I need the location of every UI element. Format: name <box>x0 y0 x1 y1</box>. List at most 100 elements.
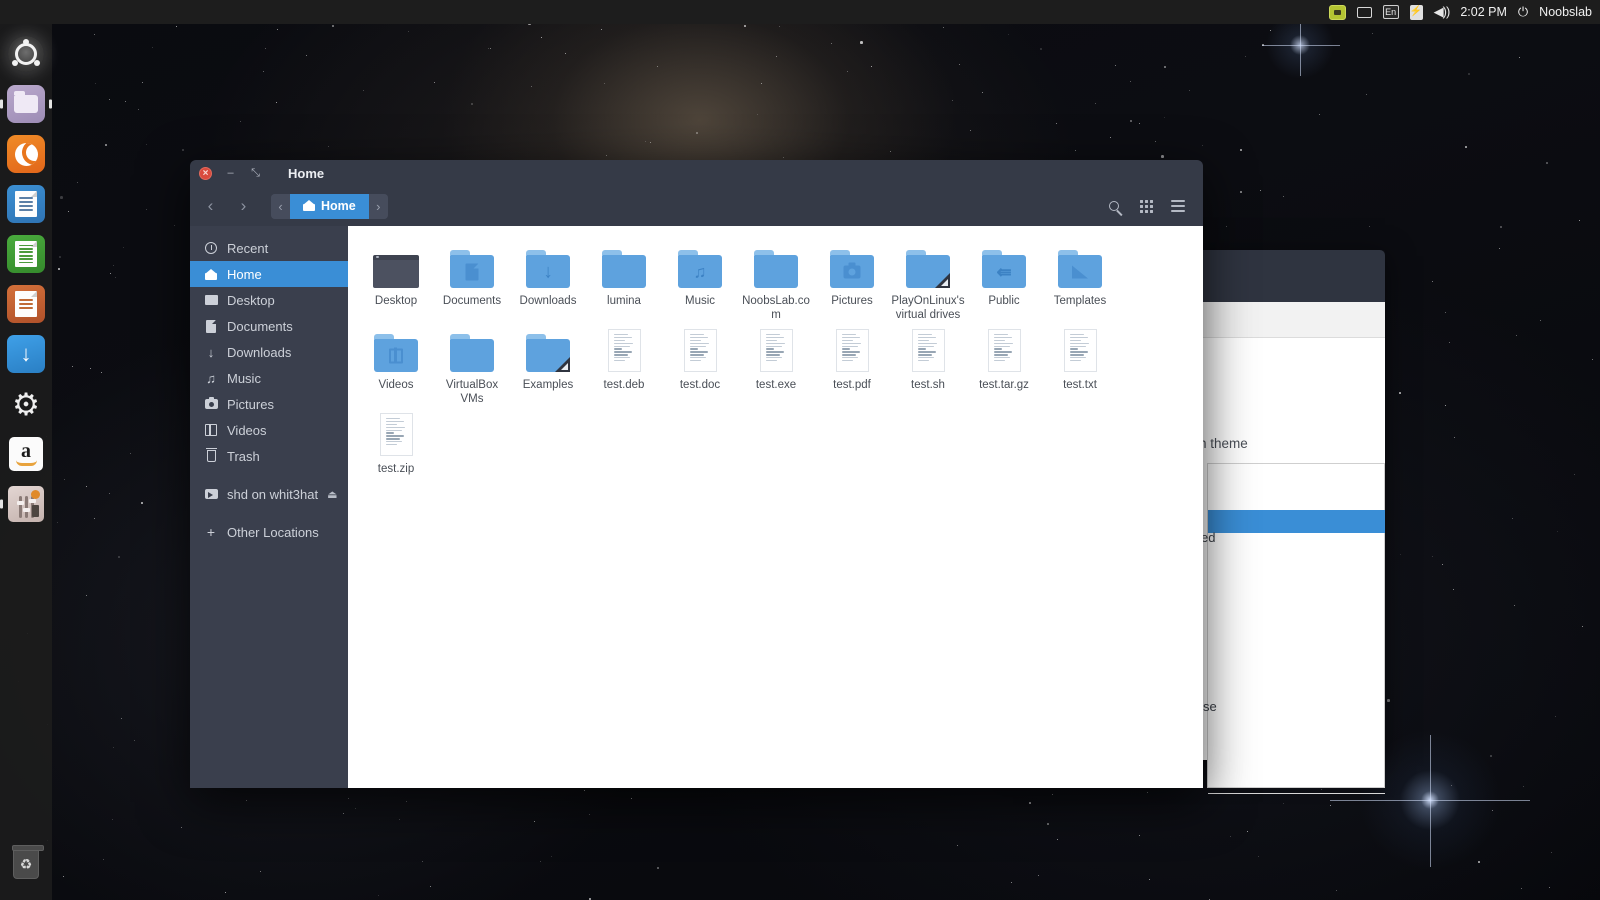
file-item[interactable]: test.pdf <box>814 324 890 408</box>
back-button[interactable]: ‹ <box>197 193 224 220</box>
file-item[interactable]: Pictures <box>814 240 890 324</box>
launcher-item-libreoffice-writer[interactable] <box>4 182 48 226</box>
breadcrumb-next-button[interactable]: › <box>368 193 388 219</box>
folder-icon <box>450 250 494 288</box>
battery-icon: ⚡ <box>1409 4 1423 20</box>
eject-button[interactable]: ⏏ <box>327 488 337 501</box>
file-thumbnail <box>374 328 418 372</box>
desktop-icon <box>204 293 218 307</box>
forward-button[interactable]: › <box>230 193 257 220</box>
display-indicator[interactable] <box>1356 0 1372 24</box>
sidebar-item-label: Pictures <box>227 396 274 412</box>
file-item[interactable]: test.tar.gz <box>966 324 1042 408</box>
file-item[interactable]: Documents <box>434 240 510 324</box>
sidebar-item-other[interactable]: + Other Locations <box>190 519 348 545</box>
file-thumbnail <box>526 328 570 372</box>
file-thumbnail <box>830 244 874 288</box>
file-name-label: test.exe <box>755 379 797 391</box>
search-button[interactable] <box>1101 193 1127 219</box>
sidebar-item-trash[interactable]: Trash <box>190 443 348 469</box>
file-item[interactable]: ⇚ Public <box>966 240 1042 324</box>
sidebar-item-shd[interactable]: shd on whit3hat ⏏ <box>190 481 348 507</box>
launcher-item-files[interactable] <box>0 82 52 126</box>
battery-indicator[interactable]: ⚡ <box>1409 0 1423 24</box>
session-menu[interactable]: ⏻ <box>1518 0 1528 24</box>
sidebar-item-pictures[interactable]: Pictures <box>190 391 348 417</box>
file-item[interactable]: test.sh <box>890 324 966 408</box>
file-thumbnail <box>754 244 798 288</box>
keyboard-layout-indicator[interactable]: En <box>1382 0 1399 24</box>
clock-icon <box>204 241 218 255</box>
folder-icon: ↓ <box>526 250 570 288</box>
screenshot-indicator[interactable] <box>1328 0 1346 24</box>
files-icon <box>7 85 45 123</box>
sidebar-item-label: Downloads <box>227 344 292 360</box>
sidebar-item-desktop[interactable]: Desktop <box>190 287 348 313</box>
view-options-button[interactable] <box>1133 193 1159 219</box>
folder-icon <box>830 250 874 288</box>
volume-indicator[interactable]: ◀)) <box>1434 0 1451 24</box>
background-window-selected-row[interactable] <box>1208 510 1385 533</box>
file-name-label: Templates <box>1053 295 1107 307</box>
folder-corner-emblem <box>935 273 950 288</box>
file-item[interactable]: Examples <box>510 324 586 408</box>
launcher-item-libreoffice-calc[interactable] <box>4 232 48 276</box>
file-item[interactable]: Desktop <box>358 240 434 324</box>
launcher-item-ubuntu-dash[interactable] <box>4 32 48 76</box>
file-name-label: test.deb <box>603 379 645 391</box>
breadcrumb-item-label: Home <box>321 199 356 213</box>
launcher-item-system-settings[interactable]: ⚙ <box>4 382 48 426</box>
sidebar-item-recent[interactable]: Recent <box>190 235 348 261</box>
power-icon: ⏻ <box>1517 4 1529 19</box>
file-name-label: PlayOnLinux's virtual drives <box>891 295 965 321</box>
file-item[interactable]: Videos <box>358 324 434 408</box>
file-item[interactable]: test.exe <box>738 324 814 408</box>
firefox-icon <box>7 135 45 173</box>
breadcrumb-item-home[interactable]: Home <box>290 193 369 219</box>
file-item[interactable]: ↓ Downloads <box>510 240 586 324</box>
file-item[interactable]: NoobsLab.com <box>738 240 814 324</box>
file-name-label: Desktop <box>374 295 418 307</box>
file-item[interactable]: lumina <box>586 240 662 324</box>
maximize-button[interactable]: ⤡ <box>249 167 262 180</box>
launcher-item-trash[interactable]: ♻ <box>4 842 48 886</box>
menu-button[interactable] <box>1165 193 1191 219</box>
clock[interactable]: 2:02 PM <box>1460 0 1507 24</box>
search-icon <box>1109 201 1119 211</box>
sidebar-item-home[interactable]: Home <box>190 261 348 287</box>
camera-icon <box>204 396 218 411</box>
grid-icon-dot <box>1144 209 1148 213</box>
launcher-item-software-updater[interactable]: ↓ <box>4 332 48 376</box>
breadcrumb-prev-button[interactable]: ‹ <box>271 193 290 219</box>
file-grid[interactable]: Desktop Documents ↓ Downloads lumina ♫ Music No… <box>348 226 1203 788</box>
file-item[interactable]: test.doc <box>662 324 738 408</box>
file-thumbnail <box>906 244 950 288</box>
file-thumbnail <box>607 328 641 372</box>
sidebar-item-downloads[interactable]: ↓ Downloads <box>190 339 348 365</box>
file-item[interactable]: Templates <box>1042 240 1118 324</box>
folder-icon <box>602 250 646 288</box>
minimize-button[interactable]: – <box>224 167 237 180</box>
file-manager-window[interactable]: × – ⤡ Home ‹ › ‹ Home › Recent Home Desk… <box>190 160 1203 788</box>
file-item[interactable]: test.zip <box>358 408 434 479</box>
file-item[interactable]: test.txt <box>1042 324 1118 408</box>
launcher-item-libreoffice-impress[interactable] <box>4 282 48 326</box>
libreoffice-impress-icon <box>7 285 45 323</box>
video-icon <box>204 423 218 437</box>
launcher-item-audio-mixer[interactable] <box>0 482 48 526</box>
file-item[interactable]: ♫ Music <box>662 240 738 324</box>
file-manager-titlebar[interactable]: × – ⤡ Home <box>190 160 1203 186</box>
file-item[interactable]: test.deb <box>586 324 662 408</box>
background-window-row-text-secondary: se <box>1203 699 1217 714</box>
close-button[interactable]: × <box>199 166 212 180</box>
file-item[interactable]: VirtualBox VMs <box>434 324 510 408</box>
file-thumbnail <box>987 328 1021 372</box>
sidebar-item-videos[interactable]: Videos <box>190 417 348 443</box>
session-user-label[interactable]: Noobslab <box>1539 0 1592 24</box>
sidebar-item-music[interactable]: ♫ Music <box>190 365 348 391</box>
file-item[interactable]: PlayOnLinux's virtual drives <box>890 240 966 324</box>
close-icon: × <box>202 167 209 179</box>
launcher-item-amazon[interactable]: a <box>4 432 48 476</box>
launcher-item-firefox[interactable] <box>4 132 48 176</box>
sidebar-item-documents[interactable]: Documents <box>190 313 348 339</box>
